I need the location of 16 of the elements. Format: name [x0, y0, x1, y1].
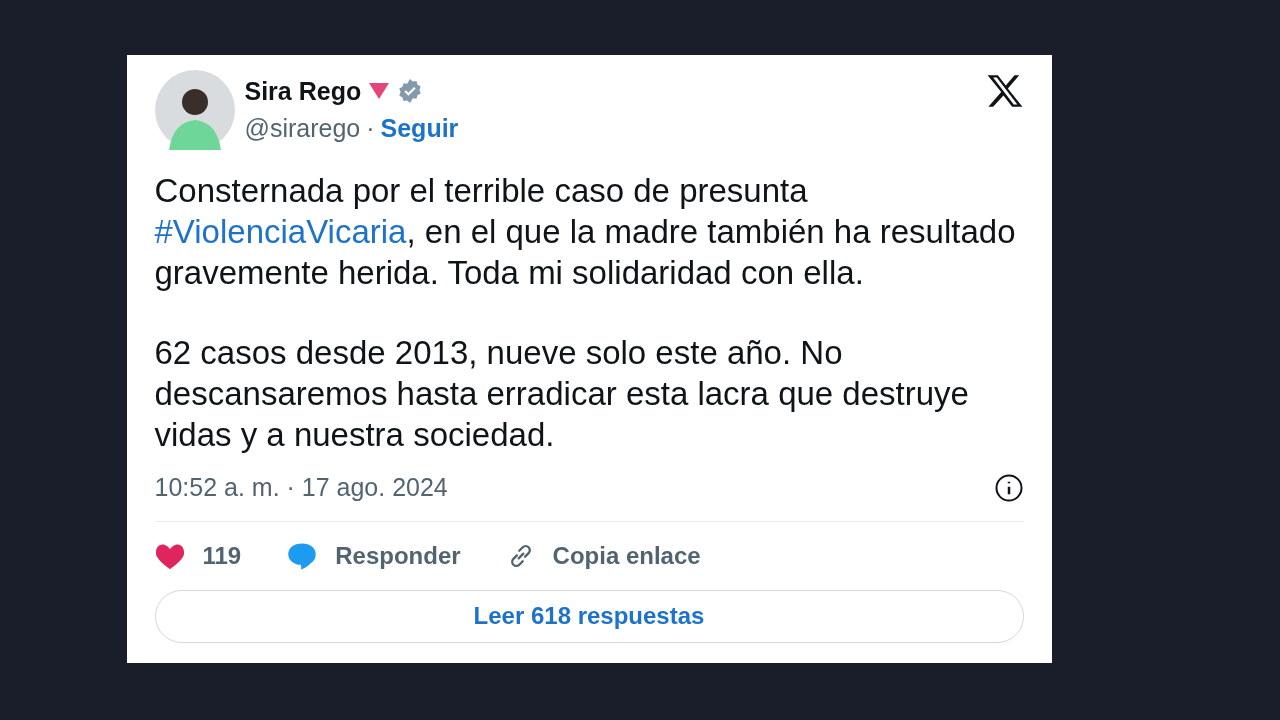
author-name: Sira Rego — [244, 75, 362, 107]
follow-link[interactable]: Seguir — [380, 110, 459, 148]
action-label[interactable]: 119 — [202, 537, 242, 574]
x-logo-icon[interactable] — [985, 73, 1024, 109]
hashtag-link[interactable]: #ViolenciaVicaria — [154, 213, 407, 250]
author-handle: @sirarego — [244, 113, 361, 144]
tweet-text: Consternada por el terrible caso de presunta #ViolenciaVicaria, en el que la madre también ha resultado gravemente herida. Toda mi solidaridad con ella. — [154, 171, 1017, 293]
action-label[interactable]: Copia enlace — [552, 537, 701, 574]
info-icon[interactable] — [993, 472, 1024, 503]
separator-dot: · — [366, 113, 375, 144]
timestamp: 10:52 a. m. · 17 ago. 2024 — [154, 472, 448, 503]
heart-icon — [154, 542, 185, 569]
speech-bubble-icon — [287, 541, 318, 570]
tweet-text: 62 casos desde 2013, nueve solo este año. No descansaremos hasta erradicar esta lacra que destruye vidas y a nuestra sociedad. — [154, 333, 970, 455]
action-label[interactable]: Responder — [335, 537, 461, 574]
triangle-icon — [369, 83, 390, 100]
